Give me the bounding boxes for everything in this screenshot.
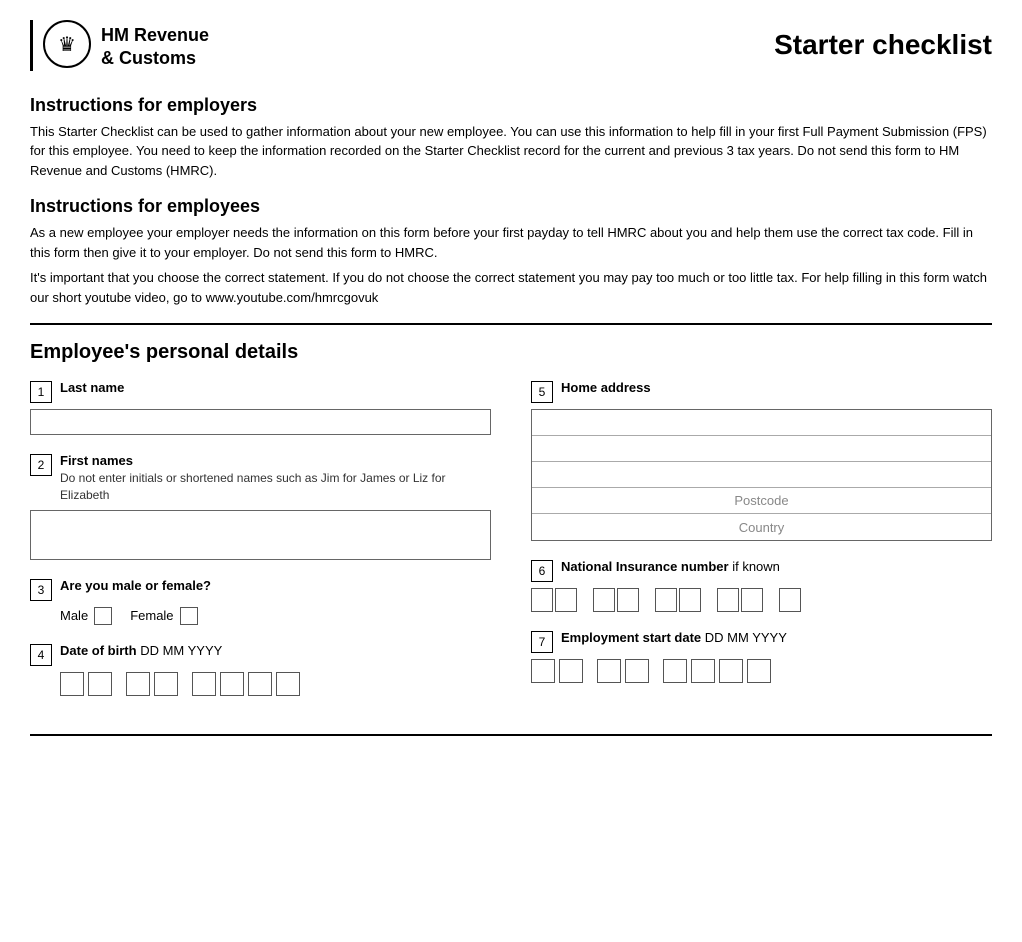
last-name-label-row: 1 Last name <box>30 380 491 403</box>
address-country[interactable] <box>532 514 991 540</box>
ni-group-4 <box>717 588 763 612</box>
dob-d1[interactable] <box>60 672 84 696</box>
gender-male-option: Male <box>60 607 112 625</box>
employees-para1: As a new employee your employer needs th… <box>30 223 992 262</box>
ni-group-2 <box>593 588 639 612</box>
field-number-5: 5 <box>531 381 553 403</box>
employers-heading: Instructions for employers <box>30 95 992 116</box>
dob-y4[interactable] <box>276 672 300 696</box>
emp-d1[interactable] <box>531 659 555 683</box>
emp-start-label: Employment start date DD MM YYYY <box>561 630 787 645</box>
logo-area: ♛ HM Revenue & Customs <box>30 20 209 71</box>
first-names-label: First names <box>60 453 133 468</box>
gender-label-row: 3 Are you male or female? <box>30 578 491 601</box>
dob-y1[interactable] <box>192 672 216 696</box>
dob-m2[interactable] <box>154 672 178 696</box>
dob-d2[interactable] <box>88 672 112 696</box>
ni-label: National Insurance number if known <box>561 559 780 574</box>
first-names-input[interactable] <box>30 510 491 560</box>
field-number-7: 7 <box>531 631 553 653</box>
field-dob: 4 Date of birth DD MM YYYY <box>30 643 491 696</box>
ni-boxes <box>531 588 992 612</box>
ni-box-2[interactable] <box>555 588 577 612</box>
employers-text: This Starter Checklist can be used to ga… <box>30 122 992 181</box>
ni-box-5[interactable] <box>655 588 677 612</box>
address-label: Home address <box>561 380 651 395</box>
emp-start-label-row: 7 Employment start date DD MM YYYY <box>531 630 992 653</box>
male-checkbox[interactable] <box>94 607 112 625</box>
emp-y4[interactable] <box>747 659 771 683</box>
field-number-3: 3 <box>30 579 52 601</box>
address-line-2[interactable] <box>532 436 991 462</box>
address-line-1[interactable] <box>532 410 991 436</box>
org-name: HM Revenue & Customs <box>101 24 209 71</box>
page-title: Starter checklist <box>774 29 992 61</box>
ni-box-8[interactable] <box>741 588 763 612</box>
field-employment-start: 7 Employment start date DD MM YYYY <box>531 630 992 683</box>
ni-group-5 <box>779 588 801 612</box>
ni-box-6[interactable] <box>679 588 701 612</box>
emp-y3[interactable] <box>719 659 743 683</box>
ni-box-9[interactable] <box>779 588 801 612</box>
section-divider <box>30 323 992 325</box>
gender-female-option: Female <box>130 607 197 625</box>
ni-box-4[interactable] <box>617 588 639 612</box>
emp-m1[interactable] <box>597 659 621 683</box>
instructions-employers: Instructions for employers This Starter … <box>30 95 992 181</box>
field-number-2: 2 <box>30 454 52 476</box>
left-column: 1 Last name 2 First names Do not enter i… <box>30 380 491 714</box>
personal-details-grid: 1 Last name 2 First names Do not enter i… <box>30 380 992 714</box>
employees-para2: It's important that you choose the corre… <box>30 268 992 307</box>
field-last-name: 1 Last name <box>30 380 491 435</box>
first-names-label-row: 2 First names Do not enter initials or s… <box>30 453 491 504</box>
emp-date-boxes <box>531 659 992 683</box>
dob-boxes <box>60 672 491 696</box>
ni-group-1 <box>531 588 577 612</box>
gender-options: Male Female <box>60 607 491 625</box>
ni-label-row: 6 National Insurance number if known <box>531 559 992 582</box>
field-gender: 3 Are you male or female? Male Female <box>30 578 491 625</box>
emp-m2[interactable] <box>625 659 649 683</box>
address-postcode[interactable] <box>532 488 991 514</box>
instructions-employees: Instructions for employees As a new empl… <box>30 196 992 307</box>
address-label-row: 5 Home address <box>531 380 992 403</box>
ni-group-3 <box>655 588 701 612</box>
ni-box-7[interactable] <box>717 588 739 612</box>
emp-y1[interactable] <box>663 659 687 683</box>
dob-m1[interactable] <box>126 672 150 696</box>
address-box <box>531 409 992 541</box>
female-label: Female <box>130 608 173 623</box>
dob-label: Date of birth DD MM YYYY <box>60 643 222 658</box>
employees-heading: Instructions for employees <box>30 196 992 217</box>
ni-box-1[interactable] <box>531 588 553 612</box>
first-names-sublabel: Do not enter initials or shortened names… <box>60 470 491 504</box>
page-header: ♛ HM Revenue & Customs Starter checklist <box>30 20 992 71</box>
crown-icon: ♛ <box>43 20 91 68</box>
gender-label: Are you male or female? <box>60 578 211 593</box>
field-home-address: 5 Home address <box>531 380 992 541</box>
dob-y2[interactable] <box>220 672 244 696</box>
last-name-label: Last name <box>60 380 124 395</box>
field-number-4: 4 <box>30 644 52 666</box>
field-number-1: 1 <box>30 381 52 403</box>
field-ni-number: 6 National Insurance number if known <box>531 559 992 612</box>
address-line-3[interactable] <box>532 462 991 488</box>
ni-box-3[interactable] <box>593 588 615 612</box>
dob-y3[interactable] <box>248 672 272 696</box>
right-column: 5 Home address 6 National Insurance numb… <box>531 380 992 714</box>
emp-y2[interactable] <box>691 659 715 683</box>
field-first-names: 2 First names Do not enter initials or s… <box>30 453 491 560</box>
male-label: Male <box>60 608 88 623</box>
bottom-divider <box>30 734 992 736</box>
emp-d2[interactable] <box>559 659 583 683</box>
last-name-input[interactable] <box>30 409 491 435</box>
field-number-6: 6 <box>531 560 553 582</box>
personal-details-title: Employee's personal details <box>30 341 992 364</box>
female-checkbox[interactable] <box>180 607 198 625</box>
dob-label-row: 4 Date of birth DD MM YYYY <box>30 643 491 666</box>
